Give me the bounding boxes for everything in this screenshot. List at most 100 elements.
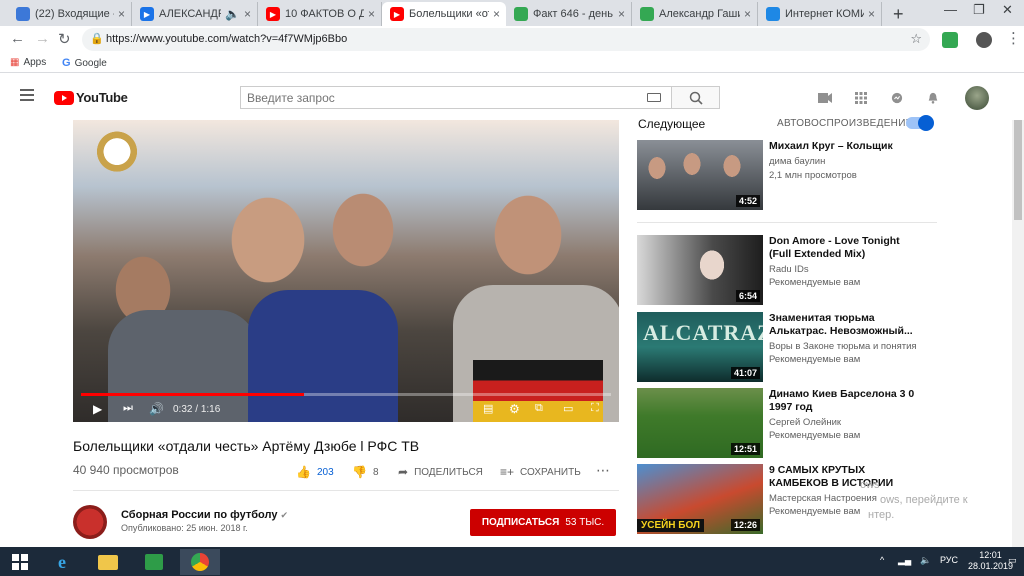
recommended-video[interactable]: ALCATRAZ 41:07 Знаменитая тюрьма Алькатр… <box>637 312 937 384</box>
subtitles-icon[interactable]: ▤ <box>483 402 493 415</box>
view-count: 40 940 просмотров <box>73 463 179 477</box>
video-thumbnail[interactable]: 12:51 <box>637 388 763 458</box>
close-icon[interactable]: × <box>244 7 251 21</box>
tab-comics[interactable]: Интернет КОМИКС × <box>758 2 882 26</box>
notifications-icon[interactable]: ▭ <box>1008 555 1017 566</box>
subscribe-button[interactable]: ПОДПИСАТЬСЯ 53 ТЫС. <box>470 509 616 536</box>
channel-name[interactable]: Сборная России по футболу ✔ <box>121 509 288 521</box>
chrome-icon[interactable] <box>180 549 220 575</box>
file-explorer-icon[interactable] <box>88 549 128 575</box>
close-icon[interactable]: × <box>868 7 875 21</box>
divider <box>637 222 937 223</box>
start-button[interactable] <box>0 549 40 575</box>
youtube-play-icon <box>54 90 74 105</box>
fullscreen-icon[interactable]: ⛶ <box>591 402 599 415</box>
address-bar[interactable]: 🔒 https://www.youtube.com/watch?v=4f7WMj… <box>82 28 930 51</box>
notifications-bell-icon[interactable] <box>926 92 940 104</box>
youtube-masthead: YouTube <box>0 74 1024 120</box>
recommended-video[interactable]: 4:52 Михаил Круг – Кольщик дима баулин 2… <box>637 140 937 212</box>
lock-icon[interactable]: 🔒 <box>90 32 104 45</box>
reload-icon[interactable]: ↻ <box>58 30 71 48</box>
tab-alexander[interactable]: ▶ АЛЕКСАНДР П 🔈 × <box>132 2 258 26</box>
minimize-icon[interactable]: — <box>944 2 957 17</box>
bookmark-apps[interactable]: ▦ Apps <box>10 57 46 68</box>
share-button[interactable]: ➦ ПОДЕЛИТЬСЯ <box>398 465 483 479</box>
save-button[interactable]: ≡+ СОХРАНИТЬ <box>500 465 581 479</box>
url-text[interactable]: https://www.youtube.com/watch?v=4f7WMjp6… <box>106 33 347 45</box>
menu-icon[interactable]: ⋮ <box>1006 29 1021 47</box>
toolbar: ← → ↻ 🔒 https://www.youtube.com/watch?v=… <box>0 26 1024 53</box>
video-thumbnail[interactable]: 4:52 <box>637 140 763 210</box>
bookmark-google[interactable]: G Google <box>62 57 107 69</box>
video-thumbnail[interactable]: ALCATRAZ 41:07 <box>637 312 763 382</box>
recommended-video[interactable]: 12:51 Динамо Киев Барселона 3 0 1997 год… <box>637 388 937 460</box>
tray-chevron-icon[interactable]: ^ <box>880 555 884 565</box>
autoplay-toggle[interactable] <box>906 115 934 131</box>
hamburger-menu-icon[interactable] <box>20 89 34 104</box>
tab-fans[interactable]: ▶ Болельщики «отда × <box>382 2 506 26</box>
recommended-video[interactable]: 6:54 Don Amore - Love Tonight (Full Exte… <box>637 235 937 307</box>
toggle-knob <box>918 115 934 131</box>
close-icon[interactable]: × <box>744 7 751 21</box>
tab-inbox[interactable]: (22) Входящие - П × <box>8 2 132 26</box>
autoplay-label: АВТОВОСПРОИЗВЕДЕНИЕ <box>777 118 913 129</box>
video-title: Болельщики «отдали честь» Артёму Дзюбе l… <box>73 438 420 454</box>
search-button[interactable] <box>672 86 720 109</box>
close-icon[interactable]: × <box>493 7 500 21</box>
network-icon[interactable]: ▂▄ <box>898 555 911 566</box>
apps-icon[interactable] <box>854 92 868 104</box>
close-icon[interactable]: × <box>368 7 375 21</box>
close-icon[interactable]: × <box>618 7 625 21</box>
store-icon[interactable] <box>134 549 174 575</box>
extension-icon[interactable] <box>942 32 958 48</box>
tab-10-facts[interactable]: ▶ 10 ФАКТОВ О ДЗЮ × <box>258 2 382 26</box>
messages-icon[interactable] <box>890 92 904 104</box>
comics-icon <box>766 7 780 21</box>
activation-watermark: ows <box>860 479 880 491</box>
profile-icon[interactable] <box>976 32 992 48</box>
bookmarks-bar: ▦ Apps G Google <box>0 53 1024 73</box>
playlist-add-icon: ≡+ <box>500 465 515 479</box>
forward-icon[interactable]: → <box>35 30 50 47</box>
internet-explorer-icon[interactable]: e <box>42 549 82 575</box>
volume-tray-icon[interactable]: 🔈 <box>920 555 931 566</box>
back-icon[interactable]: ← <box>10 30 25 47</box>
next-video-icon[interactable]: ⏭ <box>123 402 133 415</box>
play-icon: ▶ <box>140 7 154 21</box>
new-tab-button[interactable]: + <box>893 4 904 25</box>
activation-watermark: нтер. <box>868 509 895 521</box>
audio-icon[interactable]: 🔈 <box>225 7 240 21</box>
miniplayer-icon[interactable]: ⧉ <box>535 402 543 415</box>
more-actions-icon[interactable]: ⋯ <box>596 462 610 479</box>
video-player[interactable]: ▶ ⏭ 🔊 0:32 / 1:16 ▤ ⚙ ⧉ ▭ ⛶ <box>73 120 619 422</box>
theater-mode-icon[interactable]: ▭ <box>563 402 573 415</box>
video-thumbnail[interactable]: 6:54 <box>637 235 763 305</box>
window-close-icon[interactable]: ✕ <box>1002 2 1013 18</box>
close-icon[interactable]: × <box>118 7 125 21</box>
search-input[interactable] <box>241 87 631 108</box>
thumbnail-caption: УСЕЙН БОЛ <box>637 519 705 532</box>
play-button-icon[interactable]: ▶ <box>93 402 102 416</box>
volume-icon[interactable]: 🔊 <box>149 402 164 416</box>
maximize-icon[interactable]: ❐ <box>973 2 985 18</box>
youtube-logo[interactable]: YouTube <box>54 90 128 105</box>
language-indicator[interactable]: РУС <box>940 555 958 565</box>
page-scrollbar[interactable] <box>1012 120 1024 547</box>
like-button[interactable]: 👍 203 <box>296 465 334 479</box>
channel-avatar[interactable] <box>73 505 107 539</box>
apps-grid-icon: ▦ <box>10 57 20 68</box>
scrollbar-thumb[interactable] <box>1014 120 1022 220</box>
create-video-icon[interactable] <box>818 92 832 104</box>
settings-gear-icon[interactable]: ⚙ <box>509 402 520 416</box>
bookmark-star-icon[interactable]: ☆ <box>910 31 922 47</box>
dislike-button[interactable]: 👎 8 <box>352 465 379 479</box>
keyboard-icon[interactable] <box>647 93 661 102</box>
tab-fact-646[interactable]: Факт 646 - день ро × <box>506 2 632 26</box>
up-next-heading: Следующее <box>638 117 706 131</box>
account-avatar[interactable] <box>965 86 989 110</box>
video-progress-bar[interactable] <box>81 393 611 396</box>
tab-gashin[interactable]: Александр Гашин × <box>632 2 758 26</box>
search-box <box>240 86 672 109</box>
system-clock[interactable]: 12:01 28.01.2019 <box>968 550 1013 572</box>
video-thumbnail[interactable]: УСЕЙН БОЛ 12:26 <box>637 464 763 534</box>
